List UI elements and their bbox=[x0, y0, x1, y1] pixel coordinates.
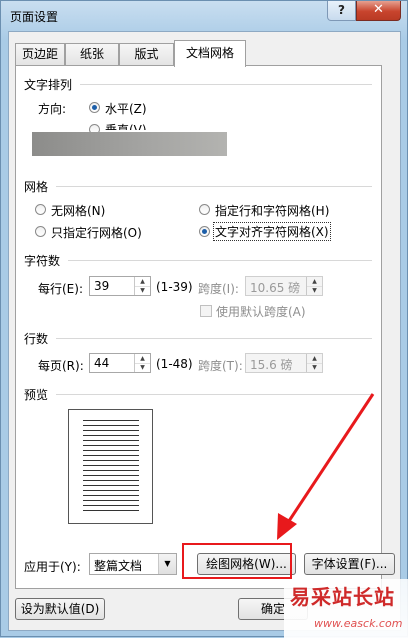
watermark-text: 易采站长站 bbox=[290, 585, 395, 609]
annotation-arrow bbox=[277, 393, 375, 540]
watermark: 易采站长站 www.easck.com bbox=[284, 579, 408, 638]
tab-document-grid[interactable]: 文档网格 bbox=[174, 40, 246, 67]
arrow-head bbox=[277, 513, 297, 540]
arrow-shaft bbox=[285, 393, 375, 525]
watermark-url: www.easck.com bbox=[314, 617, 403, 630]
page-setup-dialog: 页面设置 ? ✕ 页边距 纸张 版式 文档网格 文字排列 方向: 水平(Z) 垂… bbox=[0, 0, 408, 638]
